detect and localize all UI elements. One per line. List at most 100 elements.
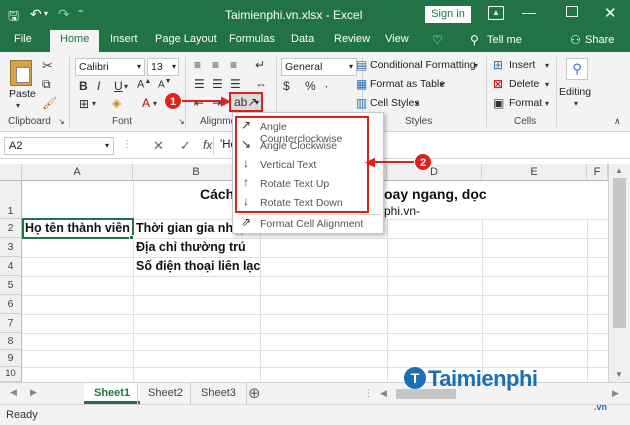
font-launcher-icon[interactable]: ↘ [178,117,185,126]
cut-icon[interactable]: ✂ [42,58,53,74]
ribbon-display-options-icon[interactable]: ▲ [488,6,504,20]
close-icon[interactable]: ✕ [604,4,617,22]
menu-item-angle-clockwise[interactable]: ↘ Angle Clockwise [237,137,370,156]
delete-dropdown-icon[interactable]: ▾ [545,80,549,89]
font-name-combo[interactable]: Calibri ▾ [75,58,145,76]
tab-home[interactable]: Home [50,30,100,52]
cell-b1-subtitle[interactable]: phi.vn- [384,204,420,218]
font-size-combo[interactable]: 13 ▾ [147,58,179,76]
tab-formulas[interactable]: Formulas [229,33,275,45]
sheet-tab-sheet1[interactable]: Sheet1 [84,383,141,404]
copy-icon[interactable]: ⧉ [42,77,51,92]
row-header-4[interactable]: 4 [0,257,22,276]
next-sheet-icon[interactable]: ▶ [30,387,37,398]
cell-b1-title-end[interactable]: oay ngang, dọc [384,186,487,202]
vertical-scrollbar[interactable]: ▲ ▼ [608,164,630,382]
menu-item-rotate-text-down[interactable]: ↓ Rotate Text Down [237,194,370,213]
cell-b3[interactable]: Địa chỉ thường trú [136,240,246,254]
scroll-right-icon[interactable]: ▶ [612,388,619,399]
menu-item-rotate-text-up[interactable]: ↑ Rotate Text Up [237,175,370,194]
scroll-down-icon[interactable]: ▼ [615,370,623,379]
scroll-left-icon[interactable]: ◀ [380,388,387,399]
percent-icon[interactable]: % [305,79,316,93]
fill-color-icon[interactable]: ◈ [112,96,121,110]
customize-toolbar-icon[interactable]: ⁼ [78,8,83,19]
decrease-font-icon[interactable]: A▼ [158,78,172,90]
menu-item-format-cell-alignment[interactable]: ⇗ Format Cell Alignment [237,215,381,234]
tab-page-layout[interactable]: Page Layout [155,33,217,45]
insert-cells-button[interactable]: Insert [509,59,535,71]
delete-cells-button[interactable]: Delete [509,78,539,90]
column-header-e[interactable]: E [482,164,587,181]
share-button[interactable]: Share [585,34,614,46]
collapse-ribbon-icon[interactable]: ∧ [614,116,621,127]
maximize-icon[interactable] [566,6,578,17]
row-header-10[interactable]: 10 [0,367,22,382]
tab-review[interactable]: Review [334,33,370,45]
cell-b2[interactable]: Thời gian gia nhập [136,221,248,235]
paste-icon[interactable] [10,60,32,86]
merge-center-icon[interactable]: ⇔ [255,77,267,91]
menu-item-angle-counterclockwise[interactable]: ↗ Angle Counterclockwise [237,118,370,145]
clipboard-launcher-icon[interactable]: ↘ [58,117,65,126]
font-color-dropdown-icon[interactable]: ▾ [153,99,157,108]
select-all-corner[interactable] [0,164,22,181]
format-as-table-dropdown-icon[interactable]: ▾ [440,80,444,89]
save-icon[interactable]: 🖫 [8,7,19,29]
align-center-icon[interactable]: ☰ [212,77,223,91]
row-header-3[interactable]: 3 [0,238,22,257]
tell-me-box[interactable]: Tell me [487,34,522,46]
tab-insert[interactable]: Insert [110,33,138,45]
row-header-6[interactable]: 6 [0,295,22,314]
conditional-formatting-dropdown-icon[interactable]: ▾ [474,61,478,70]
undo-dropdown-icon[interactable]: ▾ [44,9,48,18]
column-header-a[interactable]: A [22,164,133,181]
increase-font-icon[interactable]: A▲ [137,78,151,91]
prev-sheet-icon[interactable]: ◀ [10,387,17,398]
paste-dropdown-icon[interactable]: ▾ [16,101,20,110]
row-header-5[interactable]: 5 [0,276,22,295]
format-cells-button[interactable]: Format [509,97,542,109]
format-painter-icon[interactable]: 🖌 [42,96,57,110]
new-sheet-icon[interactable]: ⊕ [248,384,261,402]
middle-align-icon[interactable]: ≡ [212,58,219,72]
cell-a2[interactable]: Họ tên thành viên [25,221,130,235]
comma-style-icon[interactable]: , [325,79,328,90]
underline-dropdown-icon[interactable]: ▾ [124,82,128,91]
cell-b4[interactable]: Số điện thoại liên lạc [136,259,260,273]
column-header-f[interactable]: F [587,164,608,181]
cancel-entry-icon[interactable]: ✕ [153,138,164,154]
row-header-1[interactable]: 1 [0,181,22,219]
sheet-tab-sheet3[interactable]: Sheet3 [190,383,247,404]
bold-button[interactable]: B [79,79,88,93]
conditional-formatting-button[interactable]: Conditional Formatting [370,59,476,71]
underline-button[interactable]: U [114,79,123,93]
borders-icon[interactable]: ⊞ [79,97,89,111]
paste-button[interactable]: Paste [9,88,36,100]
align-left-icon[interactable]: ☰ [194,77,205,91]
top-align-icon[interactable]: ≡ [194,58,201,72]
editing-button[interactable]: Editing [559,86,591,98]
orientation-button[interactable]: ab↗ ▾ [229,92,263,112]
tab-view[interactable]: View [385,33,409,45]
borders-dropdown-icon[interactable]: ▾ [92,99,96,108]
confirm-entry-icon[interactable]: ✓ [180,138,191,154]
row-header-7[interactable]: 7 [0,314,22,333]
fill-handle[interactable] [129,235,134,240]
undo-icon[interactable]: ↶ [30,6,42,23]
scroll-up-icon[interactable]: ▲ [615,166,623,175]
row-header-2[interactable]: 2 [0,219,22,238]
minimize-icon[interactable]: — [522,4,536,20]
cell-styles-dropdown-icon[interactable]: ▾ [415,99,419,108]
tab-data[interactable]: Data [291,33,314,45]
tab-file[interactable]: File [14,33,32,45]
sign-in-button[interactable]: Sign in [425,6,471,23]
menu-item-vertical-text[interactable]: ↓ Vertical Text [237,156,370,175]
bottom-align-icon[interactable]: ≡ [230,58,237,72]
italic-button[interactable]: I [97,79,100,93]
name-box[interactable]: A2 ▾ [4,137,114,155]
scroll-thumb[interactable] [613,178,626,328]
cell-b1-title[interactable]: Cách [200,186,234,202]
editing-dropdown-icon[interactable]: ▾ [574,99,578,108]
accounting-format-icon[interactable]: $ [283,79,290,93]
